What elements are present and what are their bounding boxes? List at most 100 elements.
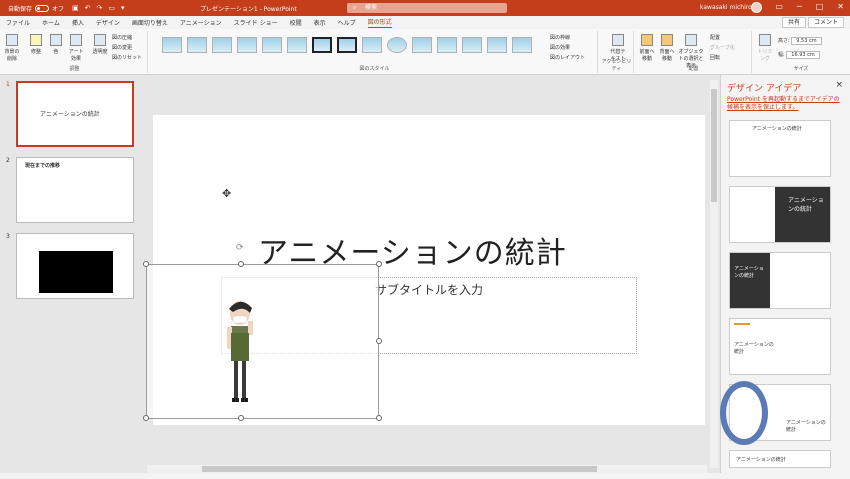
width-label: 幅: xyxy=(778,52,785,58)
tab-8[interactable]: 表示 xyxy=(314,18,326,27)
maximize-icon[interactable]: □ xyxy=(816,2,824,11)
comment-button[interactable]: コメント xyxy=(807,17,844,28)
align-button[interactable]: 配置 xyxy=(710,34,720,41)
picture-style-13[interactable] xyxy=(462,37,482,53)
sun-icon xyxy=(30,34,42,46)
height-label: 高さ: xyxy=(778,38,790,44)
customize-qa-icon[interactable]: ▾ xyxy=(121,4,125,12)
tab-9[interactable]: ヘルプ xyxy=(338,18,356,27)
close-icon[interactable]: ✕ xyxy=(837,2,844,11)
slide-thumbnail-3[interactable] xyxy=(16,233,134,299)
picture-style-6[interactable] xyxy=(287,37,307,53)
picture-border-button[interactable]: 図の枠線 xyxy=(550,34,570,41)
design-idea-5[interactable]: アニメーションの統計 xyxy=(720,381,831,445)
design-idea-6[interactable]: アニメーションの統計 xyxy=(729,450,831,468)
rotate-button[interactable]: 回転 xyxy=(710,54,720,61)
accent-line xyxy=(734,323,750,325)
artistic-effects-button[interactable]: アート効果 xyxy=(68,34,84,62)
minimize-icon[interactable]: ─ xyxy=(797,2,802,11)
design-idea-4[interactable]: アニメーションの統計 xyxy=(729,318,831,375)
picture-style-12[interactable] xyxy=(437,37,457,53)
search-box[interactable]: ⌕ 検索 xyxy=(347,3,507,13)
picture-effects-button[interactable]: 図の効果 xyxy=(550,44,570,51)
color-button[interactable]: 色 xyxy=(48,34,64,55)
design-ideas-title: デザイン アイデア xyxy=(727,84,802,94)
tab-2[interactable]: 挿入 xyxy=(72,18,84,27)
resize-handle-sw[interactable] xyxy=(143,415,149,421)
character-illustration xyxy=(227,301,253,402)
picture-style-7[interactable] xyxy=(312,37,332,53)
avatar[interactable] xyxy=(751,2,762,13)
slide-number: 2 xyxy=(6,157,10,164)
picture-style-2[interactable] xyxy=(187,37,207,53)
toggle-switch[interactable] xyxy=(35,4,50,12)
design-idea-3[interactable]: アニメーションの統計 xyxy=(729,252,831,309)
picture-style-11[interactable] xyxy=(412,37,432,53)
redo-icon[interactable]: ↷ xyxy=(97,4,103,12)
vertical-scrollbar[interactable] xyxy=(710,80,718,468)
design-idea-1[interactable]: アニメーションの統計 xyxy=(729,120,831,177)
resize-handle-e[interactable] xyxy=(376,338,382,344)
group-button[interactable]: グループ化 xyxy=(710,44,735,51)
picture-style-5[interactable] xyxy=(262,37,282,53)
height-row: 高さ: 9.53 cm xyxy=(778,37,822,45)
scrollbar-thumb[interactable] xyxy=(202,466,597,472)
arrange-group: 前面へ移動 背面へ移動 オブジェクトの選択と表示 配置 グループ化 回転 配置 xyxy=(636,31,752,73)
selection-pane-button[interactable]: オブジェクトの選択と表示 xyxy=(678,34,704,69)
picture-style-1[interactable] xyxy=(162,37,182,53)
share-button[interactable]: 共有 xyxy=(781,17,806,28)
height-field[interactable]: 9.53 cm xyxy=(791,37,822,45)
resize-handle-s[interactable] xyxy=(238,415,244,421)
start-presentation-icon[interactable]: ▭ xyxy=(108,4,115,12)
remove-background-button[interactable]: 背景の削除 xyxy=(4,34,20,62)
tab-5[interactable]: アニメーション xyxy=(180,18,222,27)
slide-thumbnail-1[interactable]: アニメーションの統計 xyxy=(16,81,134,147)
compress-pictures-button[interactable]: 図の圧縮 xyxy=(112,34,132,41)
change-picture-button[interactable]: 図の変更 xyxy=(112,44,132,51)
tab-3[interactable]: デザイン xyxy=(96,18,120,27)
picture-style-8[interactable] xyxy=(337,37,357,53)
resize-handle-n[interactable] xyxy=(238,261,244,267)
rotate-handle-icon[interactable]: ⟳ xyxy=(236,243,244,253)
picture-style-14[interactable] xyxy=(487,37,507,53)
resize-handle-ne[interactable] xyxy=(376,261,382,267)
tab-1[interactable]: ホーム xyxy=(42,18,60,27)
width-field[interactable]: 16.93 cm xyxy=(786,51,820,59)
design-ideas-message[interactable]: PowerPoint を再起動するまでアイデアの候補を表示を保止します。 xyxy=(727,96,845,112)
resize-handle-se[interactable] xyxy=(376,415,382,421)
slide-thumbnail-2[interactable]: 現在までの推移 xyxy=(16,157,134,223)
ribbon-display-icon[interactable]: ▭ xyxy=(775,2,783,11)
picture-style-10[interactable] xyxy=(387,37,407,53)
picture-layout-button[interactable]: 図のレイアウト xyxy=(550,54,585,61)
save-icon[interactable]: ▣ xyxy=(72,4,79,12)
crop-button[interactable]: トリミング xyxy=(756,34,774,62)
picture-style-9[interactable] xyxy=(362,37,382,53)
transparency-button[interactable]: 透明度 xyxy=(92,34,108,55)
undo-icon[interactable]: ↶ xyxy=(85,4,91,12)
autosave-toggle[interactable]: 自動保存 オフ xyxy=(8,4,64,13)
tab-0[interactable]: ファイル xyxy=(6,18,30,27)
tab-7[interactable]: 校閲 xyxy=(290,18,302,27)
resize-handle-nw[interactable] xyxy=(143,261,149,267)
send-backward-button[interactable]: 背面へ移動 xyxy=(658,34,676,62)
tab-4[interactable]: 画面切り替え xyxy=(132,18,168,27)
reset-picture-button[interactable]: 図のリセット xyxy=(112,54,142,61)
slide-number: 3 xyxy=(6,233,10,240)
picture-style-4[interactable] xyxy=(237,37,257,53)
selected-picture[interactable] xyxy=(146,264,379,419)
button-label: 背景の削除 xyxy=(4,49,20,62)
button-label: 色 xyxy=(53,49,59,55)
group-label: 調整 xyxy=(69,66,80,72)
tab-6[interactable]: スライド ショー xyxy=(234,18,278,27)
picture-style-15[interactable] xyxy=(512,37,532,53)
bring-forward-button[interactable]: 前面へ移動 xyxy=(638,34,656,62)
user-name[interactable]: kawasaki michiro xyxy=(700,4,752,11)
design-idea-2[interactable]: アニメーションの統計 xyxy=(729,186,831,243)
scrollbar-thumb[interactable] xyxy=(711,89,717,202)
corrections-button[interactable]: 修整 xyxy=(28,34,44,55)
horizontal-scrollbar[interactable] xyxy=(147,465,707,473)
tab-10[interactable]: 図の形式 xyxy=(367,17,392,28)
close-icon[interactable]: × xyxy=(835,80,843,90)
picture-style-3[interactable] xyxy=(212,37,232,53)
ribbon: 背景の削除 修整 色 アート効果 透明度 図の圧縮 図の変更 図のリセット 調整… xyxy=(0,29,850,75)
